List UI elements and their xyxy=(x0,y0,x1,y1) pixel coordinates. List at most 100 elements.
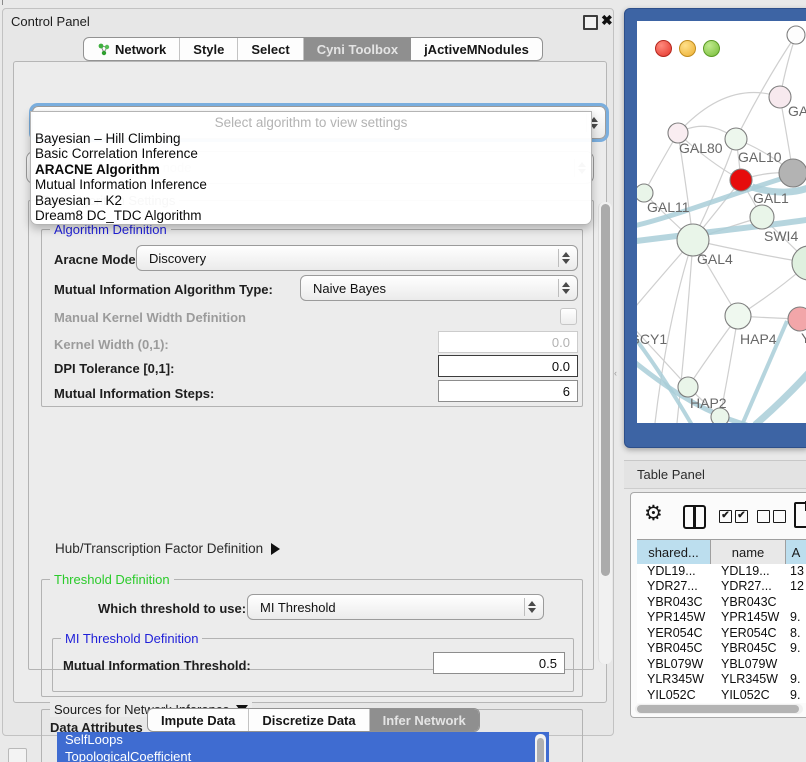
network-node[interactable] xyxy=(779,159,806,187)
table-row[interactable]: YPR145WYPR145W9. xyxy=(637,610,806,626)
network-node[interactable] xyxy=(725,303,751,329)
table-cell[interactable]: YBL079W xyxy=(711,657,786,673)
column-header-shared[interactable]: shared... xyxy=(637,540,711,564)
network-node[interactable] xyxy=(750,205,774,229)
network-node[interactable] xyxy=(730,169,752,191)
table-cell[interactable]: 8. xyxy=(786,626,806,642)
checked-column-icon[interactable]: ✔ xyxy=(719,510,732,523)
network-node[interactable] xyxy=(788,307,806,331)
network-node-label: GAL11 xyxy=(647,199,690,215)
network-view-window[interactable]: GALGAL80GAL10GAL1GAL11SWI4GAL4HAP4YGCY1H… xyxy=(624,8,806,448)
table-cell[interactable] xyxy=(786,595,806,611)
attribute-list-item[interactable]: TopologicalCoefficient xyxy=(57,749,549,762)
tab-style[interactable]: Style xyxy=(180,38,238,60)
unchecked-column-icon[interactable] xyxy=(757,510,770,523)
table-row[interactable]: YDR27...YDR27...12 xyxy=(637,579,806,595)
dropdown-item[interactable]: ARACNE Algorithm xyxy=(31,162,591,177)
close-icon[interactable]: ✖ xyxy=(601,12,613,29)
tab-label: Cyni Toolbox xyxy=(317,42,398,57)
table-cell[interactable] xyxy=(786,657,806,673)
mi-threshold-input[interactable]: 0.5 xyxy=(433,652,565,674)
table-cell[interactable]: YER054C xyxy=(637,626,711,642)
table-row[interactable]: YLR345WYLR345W9. xyxy=(637,672,806,688)
settings-vertical-scrollbar[interactable] xyxy=(598,202,612,664)
table-row[interactable]: YBR045CYBR045C9. xyxy=(637,641,806,657)
table-cell[interactable]: YIL052C xyxy=(637,688,711,703)
document-icon[interactable] xyxy=(794,502,806,528)
table-cell[interactable]: YBR043C xyxy=(637,595,711,611)
unchecked-column-icon[interactable] xyxy=(773,510,786,523)
table-cell[interactable]: 9. xyxy=(786,610,806,626)
table-cell[interactable]: 9. xyxy=(786,688,806,703)
table-cell[interactable]: YDL19... xyxy=(711,564,786,580)
gear-icon[interactable]: ⚙ xyxy=(644,501,663,526)
table-cell[interactable]: 9. xyxy=(786,641,806,657)
minimize-traffic-light-icon[interactable] xyxy=(679,40,696,57)
scrollbar-thumb[interactable] xyxy=(601,204,610,576)
table-row[interactable]: YBR043CYBR043C xyxy=(637,595,806,611)
table-cell[interactable]: 13 xyxy=(786,564,806,580)
network-node[interactable] xyxy=(678,377,698,397)
minimized-panel-icon[interactable] xyxy=(8,748,27,762)
table-cell[interactable]: YDR27... xyxy=(637,579,711,595)
aracne-mode-combobox[interactable]: Discovery xyxy=(136,245,578,271)
hub-definition-expander[interactable]: Hub/Transcription Factor Definition xyxy=(55,541,280,556)
mi-steps-input[interactable]: 6 xyxy=(438,380,578,402)
network-node[interactable] xyxy=(725,128,747,150)
table-cell[interactable]: YBR045C xyxy=(637,641,711,657)
which-threshold-combobox[interactable]: MI Threshold xyxy=(247,594,544,620)
zoom-traffic-light-icon[interactable] xyxy=(703,40,720,57)
kernel-width-input[interactable]: 0.0 xyxy=(438,331,578,353)
tab-jactivemnodules[interactable]: jActiveMNodules xyxy=(411,38,542,60)
table-cell[interactable]: YBR045C xyxy=(711,641,786,657)
tab-select[interactable]: Select xyxy=(238,38,303,60)
network-node-label: HAP2 xyxy=(690,395,727,411)
dropdown-item[interactable]: Bayesian – K2 xyxy=(31,193,591,208)
scrollbar-thumb[interactable] xyxy=(637,705,799,713)
float-window-icon[interactable] xyxy=(583,15,598,30)
column-header-name[interactable]: name xyxy=(711,540,786,564)
table-cell[interactable]: YER054C xyxy=(711,626,786,642)
scrollbar-thumb[interactable] xyxy=(537,738,544,762)
mi-threshold-group: MI Threshold Definition Mutual Informati… xyxy=(52,638,574,692)
tab-cyni-toolbox[interactable]: Cyni Toolbox xyxy=(304,38,411,60)
table-cell[interactable]: YDL19... xyxy=(637,564,711,580)
table-row[interactable]: YBL079WYBL079W xyxy=(637,657,806,673)
table-row[interactable]: YER054CYER054C8. xyxy=(637,626,806,642)
table-row[interactable]: YDL19...YDL19...13 xyxy=(637,564,806,580)
table-cell[interactable]: YPR145W xyxy=(637,610,711,626)
panel-divider-grip[interactable]: ‹ xyxy=(614,368,617,378)
table-cell[interactable]: 9. xyxy=(786,672,806,688)
close-traffic-light-icon[interactable] xyxy=(655,40,672,57)
table-row[interactable]: YIL052CYIL052C9. xyxy=(637,688,806,703)
bottom-tab-impute-data[interactable]: Impute Data xyxy=(148,709,249,731)
table-cell[interactable]: 12 xyxy=(786,579,806,595)
dropdown-item[interactable]: Mutual Information Inference xyxy=(31,177,591,192)
tab-network[interactable]: Network xyxy=(84,38,180,60)
table-cell[interactable]: YBL079W xyxy=(637,657,711,673)
dropdown-item[interactable]: Bayesian – Hill Climbing xyxy=(31,131,591,146)
attributes-scrollbar[interactable] xyxy=(535,734,546,762)
table-cell[interactable]: YBR043C xyxy=(711,595,786,611)
bottom-tab-infer-network[interactable]: Infer Network xyxy=(370,709,479,731)
dpi-tolerance-input[interactable]: 0.0 xyxy=(438,355,578,377)
network-canvas[interactable]: GALGAL80GAL10GAL1GAL11SWI4GAL4HAP4YGCY1H… xyxy=(637,21,806,423)
checked-column-icon[interactable]: ✔ xyxy=(735,510,748,523)
dropdown-item[interactable]: Basic Correlation Inference xyxy=(31,146,591,161)
dropdown-item[interactable]: Dream8 DC_TDC Algorithm xyxy=(31,208,591,223)
table-cell[interactable]: YPR145W xyxy=(711,610,786,626)
bottom-tab-discretize-data[interactable]: Discretize Data xyxy=(249,709,369,731)
manual-kernel-checkbox[interactable] xyxy=(560,308,577,325)
mi-algorithm-type-combobox[interactable]: Naive Bayes xyxy=(300,275,578,301)
table-cell[interactable]: YLR345W xyxy=(711,672,786,688)
table-horizontal-scrollbar[interactable] xyxy=(635,704,803,714)
table-cell[interactable]: YDR27... xyxy=(711,579,786,595)
network-node[interactable] xyxy=(787,26,805,44)
table-cell[interactable]: YLR345W xyxy=(637,672,711,688)
attribute-list-item[interactable]: SelfLoops xyxy=(57,732,549,749)
tab-label: Style xyxy=(193,42,224,57)
split-columns-icon[interactable] xyxy=(683,505,706,529)
tab-label: Network xyxy=(115,42,166,57)
table-cell[interactable]: YIL052C xyxy=(711,688,786,703)
column-header-A[interactable]: A xyxy=(786,540,806,564)
